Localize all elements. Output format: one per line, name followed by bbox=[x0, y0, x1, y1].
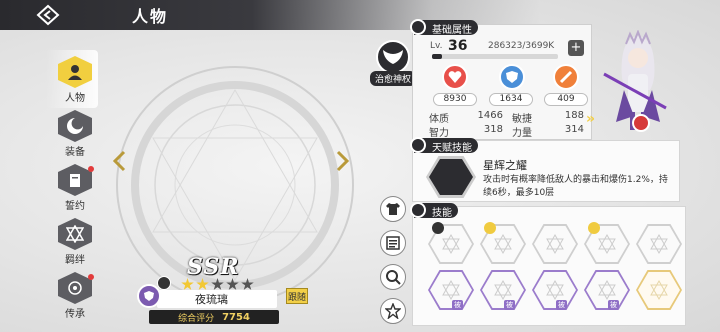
profile-button[interactable] bbox=[380, 230, 406, 256]
person-icon bbox=[58, 56, 92, 88]
hexagram-icon bbox=[638, 226, 680, 262]
nav-item-person[interactable]: 人物 bbox=[52, 56, 98, 104]
hexagram-icon bbox=[430, 272, 472, 308]
class-emblem: 治愈神权 bbox=[370, 40, 416, 86]
skill-badge-dark bbox=[432, 222, 444, 234]
star-outline-icon bbox=[385, 303, 401, 319]
character-name: 夜琉璃 bbox=[195, 293, 228, 306]
sword-icon bbox=[553, 64, 579, 90]
oath-icon bbox=[58, 164, 92, 196]
character-info: SSR 夜琉璃 综合评分 7754 bbox=[137, 254, 295, 326]
talent-name: 星辉之耀 bbox=[483, 159, 527, 172]
nav-item-oath[interactable]: 誓约 bbox=[52, 164, 98, 212]
attr-value: 188 bbox=[564, 110, 584, 121]
attr-name: 智力 bbox=[429, 128, 449, 139]
back-button[interactable] bbox=[34, 2, 62, 28]
chevron-left-icon bbox=[112, 150, 126, 172]
attr-name: 体质 bbox=[429, 114, 449, 125]
page-title: 人物 bbox=[132, 7, 169, 26]
wing-emblem-icon bbox=[376, 40, 410, 74]
expression-icon[interactable] bbox=[157, 276, 171, 290]
chevron-right-icon bbox=[336, 150, 350, 172]
hexagram-icon bbox=[534, 226, 576, 262]
next-character-arrow[interactable] bbox=[336, 150, 350, 176]
inspect-button[interactable] bbox=[380, 264, 406, 290]
skill-badge-gold bbox=[484, 222, 496, 234]
exp-bar-fill bbox=[432, 54, 442, 59]
top-bar bbox=[0, 0, 720, 30]
prev-character-arrow[interactable] bbox=[112, 150, 126, 176]
talent-description: 攻击时有概率降低敌人的暴击和爆伤1.2%，持续6秒，最多10层 bbox=[483, 175, 668, 198]
hexagram-icon bbox=[482, 272, 524, 308]
shirt-icon bbox=[386, 203, 400, 215]
tool-buttons bbox=[380, 196, 408, 332]
heart-icon bbox=[442, 64, 468, 90]
attr-constitution: 体质 1466 bbox=[429, 110, 503, 125]
atk-value: 409 bbox=[544, 93, 588, 106]
inherit-icon bbox=[58, 272, 92, 304]
rarity-label: SSR bbox=[187, 254, 240, 280]
passive-label: 被 bbox=[504, 300, 515, 310]
gear-icon bbox=[410, 202, 426, 218]
faction-shield-icon[interactable] bbox=[137, 284, 161, 308]
side-nav: 人物 装备 誓约 羁绊 传承 bbox=[52, 56, 104, 326]
def-value: 1634 bbox=[489, 93, 533, 106]
attr-agility: 敏捷 188 bbox=[512, 110, 584, 125]
class-label: 治愈神权 bbox=[370, 71, 416, 86]
notification-dot bbox=[88, 166, 94, 172]
character-name-bar: 夜琉璃 bbox=[157, 290, 277, 308]
wardrobe-button[interactable] bbox=[380, 196, 406, 222]
attr-name: 力量 bbox=[512, 128, 532, 139]
bond-icon bbox=[58, 218, 92, 250]
follow-button[interactable]: 跟随 bbox=[286, 288, 308, 304]
search-icon bbox=[386, 270, 401, 285]
notification-dot bbox=[88, 274, 94, 280]
gear-icon bbox=[410, 137, 426, 153]
nav-item-equipment[interactable]: 装备 bbox=[52, 110, 98, 158]
skill-badge-gold bbox=[588, 222, 600, 234]
shield-icon bbox=[499, 64, 525, 90]
level-value: 36 bbox=[448, 38, 468, 54]
passive-label: 被 bbox=[452, 300, 463, 310]
score-bar: 综合评分 7754 bbox=[149, 310, 279, 324]
attr-intelligence: 智力 318 bbox=[429, 124, 503, 139]
attr-value: 1466 bbox=[477, 110, 503, 121]
hexagram-icon bbox=[586, 272, 628, 308]
nav-label: 传承 bbox=[65, 309, 85, 320]
favorite-button[interactable] bbox=[380, 298, 406, 324]
score-label: 综合评分 bbox=[178, 313, 215, 324]
attr-value: 314 bbox=[564, 124, 584, 135]
passive-label: 被 bbox=[608, 300, 619, 310]
exp-bar bbox=[432, 54, 558, 59]
level-up-button[interactable]: + bbox=[568, 40, 584, 56]
list-icon bbox=[386, 236, 400, 250]
attr-value: 318 bbox=[483, 124, 503, 135]
attr-name: 敏捷 bbox=[512, 114, 532, 125]
nav-label: 誓约 bbox=[65, 201, 85, 212]
equipment-icon bbox=[58, 110, 92, 142]
hexagram-icon bbox=[534, 272, 576, 308]
nav-label: 人物 bbox=[65, 93, 85, 104]
score-value: 7754 bbox=[222, 311, 250, 323]
exp-text: 286323/3699K bbox=[488, 41, 555, 51]
hp-value: 8930 bbox=[433, 93, 477, 106]
element-badge-icon bbox=[632, 114, 650, 132]
level-prefix: Lv. bbox=[430, 41, 443, 51]
attr-strength: 力量 314 bbox=[512, 124, 584, 139]
nav-item-bond[interactable]: 羁绊 bbox=[52, 218, 98, 266]
expand-attributes-icon[interactable]: » bbox=[586, 111, 595, 127]
nav-item-inherit[interactable]: 传承 bbox=[52, 272, 98, 320]
back-arrow-icon bbox=[36, 4, 60, 26]
gear-icon bbox=[410, 19, 426, 35]
hexagram-icon bbox=[638, 272, 680, 308]
nav-label: 羁绊 bbox=[65, 255, 85, 266]
nav-label: 装备 bbox=[65, 147, 85, 158]
passive-label: 被 bbox=[556, 300, 567, 310]
